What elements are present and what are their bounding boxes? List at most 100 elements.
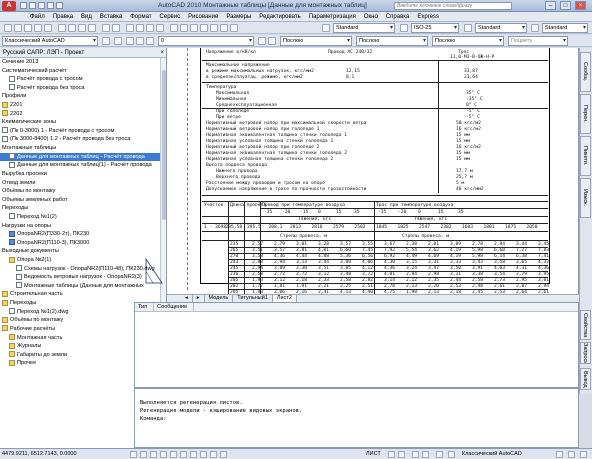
layout-tab[interactable]: Модель: [205, 295, 234, 302]
menu-item[interactable]: Файл: [26, 12, 49, 21]
tree-item[interactable]: Расчёт провода без троса: [0, 84, 165, 93]
color-select[interactable]: Послою: [280, 36, 352, 46]
menu-item[interactable]: Размеры: [222, 12, 255, 21]
menu-item[interactable]: Редактировать: [255, 12, 304, 21]
tree-item[interactable]: (Пк 0-3000) 1 - Расчёт провода с тросом: [0, 127, 165, 136]
menu-item[interactable]: Справка: [382, 12, 414, 21]
status-menu-icon[interactable]: [580, 451, 587, 458]
cut-icon[interactable]: [58, 24, 66, 32]
application-menu-button[interactable]: A: [2, 1, 16, 11]
tab-pickets-dock[interactable]: Пикети.: [580, 136, 591, 176]
zoom-realtime-icon[interactable]: [136, 24, 144, 32]
tree-item[interactable]: Объёмы земляных работ: [0, 196, 165, 205]
tree-item[interactable]: Монтажные таблицы: [0, 144, 165, 153]
undo-icon[interactable]: [47, 2, 54, 9]
otrack-toggle-icon[interactable]: [180, 451, 187, 458]
tab-prev-icon[interactable]: ◂: [181, 295, 193, 302]
design-center-icon[interactable]: [180, 24, 188, 32]
layer-previous-icon[interactable]: [268, 37, 276, 45]
make-current-layer-icon[interactable]: [258, 37, 266, 45]
tab-messages-dock[interactable]: Сообщ.: [580, 52, 591, 92]
tree-item[interactable]: Отвод земли: [0, 179, 165, 188]
tree-item[interactable]: Переход №1(2): [0, 213, 165, 222]
messages-col-message[interactable]: Сообщение: [154, 303, 195, 311]
menu-item[interactable]: Вставка: [96, 12, 126, 21]
pan-icon[interactable]: [126, 24, 134, 32]
tree-item[interactable]: Объёмы по монтажу: [0, 187, 165, 196]
tab-output[interactable]: Вывод: [580, 368, 591, 390]
tab-queries[interactable]: Запросы: [580, 342, 591, 364]
dim-style-select[interactable]: ISO-25: [411, 23, 459, 33]
save-file-icon[interactable]: [24, 24, 32, 32]
open-icon[interactable]: [29, 2, 36, 9]
linetype-select[interactable]: Послою: [356, 36, 428, 46]
toolbar-lock-icon[interactable]: [556, 451, 563, 458]
pan-status-icon[interactable]: [412, 451, 419, 458]
layout-tab[interactable]: Лист2: [272, 295, 297, 302]
tree-item[interactable]: Выходные документы: [0, 247, 165, 256]
grid-toggle-icon[interactable]: [140, 451, 147, 458]
redo-tool-icon[interactable]: [112, 24, 120, 32]
text-style-select[interactable]: Standard: [333, 23, 395, 33]
ducs-toggle-icon[interactable]: [190, 451, 197, 458]
markup-icon[interactable]: [210, 24, 218, 32]
scrollbar-thumb[interactable]: [162, 70, 166, 220]
lineweight-select[interactable]: Послою: [432, 36, 504, 46]
quickcalc-icon[interactable]: [220, 24, 228, 32]
tab-next-icon[interactable]: ▸: [193, 295, 205, 302]
drawing-vertical-scrollbar[interactable]: Сообщ. Перен. Пикети. Изыск.: [579, 48, 592, 302]
save-icon[interactable]: [38, 2, 45, 9]
sun-icon[interactable]: [136, 37, 144, 45]
help-icon[interactable]: [230, 24, 238, 32]
tree-item[interactable]: 2202: [0, 110, 165, 119]
tree-item[interactable]: Систематический расчёт: [0, 67, 165, 76]
menu-item[interactable]: Express: [413, 12, 443, 21]
tree-item[interactable]: Вырубка просеки: [0, 170, 165, 179]
tree-item[interactable]: Профили: [0, 92, 165, 101]
menu-item[interactable]: Вид: [77, 12, 96, 21]
tree-item[interactable]: Климатические зоны: [0, 118, 165, 127]
undo-tool-icon[interactable]: [102, 24, 110, 32]
layer-manager-icon[interactable]: [114, 37, 122, 45]
tab-properties[interactable]: Свойства: [580, 310, 591, 340]
layout-tab[interactable]: Титульный1: [233, 295, 273, 302]
polar-toggle-icon[interactable]: [160, 451, 167, 458]
quick-properties-toggle-icon[interactable]: [220, 451, 227, 458]
redo-icon[interactable]: [56, 2, 63, 9]
tree-item[interactable]: Сечение 2013: [0, 58, 165, 67]
lineweight-toggle-icon[interactable]: [210, 451, 217, 458]
sheet-set-icon[interactable]: [200, 24, 208, 32]
minimize-button[interactable]: –: [545, 1, 556, 10]
close-button[interactable]: ×: [575, 1, 586, 10]
preview-icon[interactable]: [44, 24, 52, 32]
paste-icon[interactable]: [78, 24, 86, 32]
workspace-switch-icon[interactable]: [448, 451, 455, 458]
tree-item[interactable]: 2201: [0, 101, 165, 110]
new-file-icon[interactable]: [4, 24, 12, 32]
tree-item-selected[interactable]: Данные для монтажных таблиц - Расчёт про…: [0, 152, 165, 162]
tree-item[interactable]: (Пк 3000-8400) 1.2 - Расчёт провода без …: [0, 135, 165, 144]
workspace-select[interactable]: Классический AutoCAD: [2, 36, 98, 46]
tree-item[interactable]: Строительная часть: [0, 290, 165, 299]
tree-item[interactable]: Данные для монтажных таблиц(1) - Расчёт …: [0, 161, 165, 170]
osnap-toggle-icon[interactable]: [170, 451, 177, 458]
tree-item[interactable]: Опора №2(1): [0, 256, 165, 265]
tab-transfer-dock[interactable]: Перен.: [580, 94, 591, 134]
maximize-button[interactable]: □: [560, 1, 571, 10]
help-search-input[interactable]: Введите ключевое слово/фразу: [394, 2, 512, 10]
tree-item[interactable]: Переходы: [0, 204, 165, 213]
annotation-scale-icon[interactable]: [436, 451, 443, 458]
match-properties-icon[interactable]: [88, 24, 96, 32]
table-style-select[interactable]: Standard: [475, 23, 527, 33]
tree-item[interactable]: ОпораNR2(П330-2т), ПК230: [0, 230, 165, 239]
zoom-status-icon[interactable]: [422, 451, 429, 458]
plot-style-select[interactable]: Поцвету: [508, 36, 568, 46]
quick-view-layouts-icon[interactable]: [388, 451, 395, 458]
print-icon[interactable]: [34, 24, 42, 32]
tab-survey-dock[interactable]: Изыск.: [580, 178, 591, 218]
menu-item[interactable]: Окно: [360, 12, 382, 21]
tree-item[interactable]: Расчёт провода с тросом: [0, 75, 165, 84]
drawing-area[interactable]: Напряжение в/кВ/кл Провод АС 240/32 Трос 11…: [167, 48, 579, 294]
menu-item[interactable]: Рисование: [184, 12, 222, 21]
menu-item[interactable]: Правка: [49, 12, 77, 21]
